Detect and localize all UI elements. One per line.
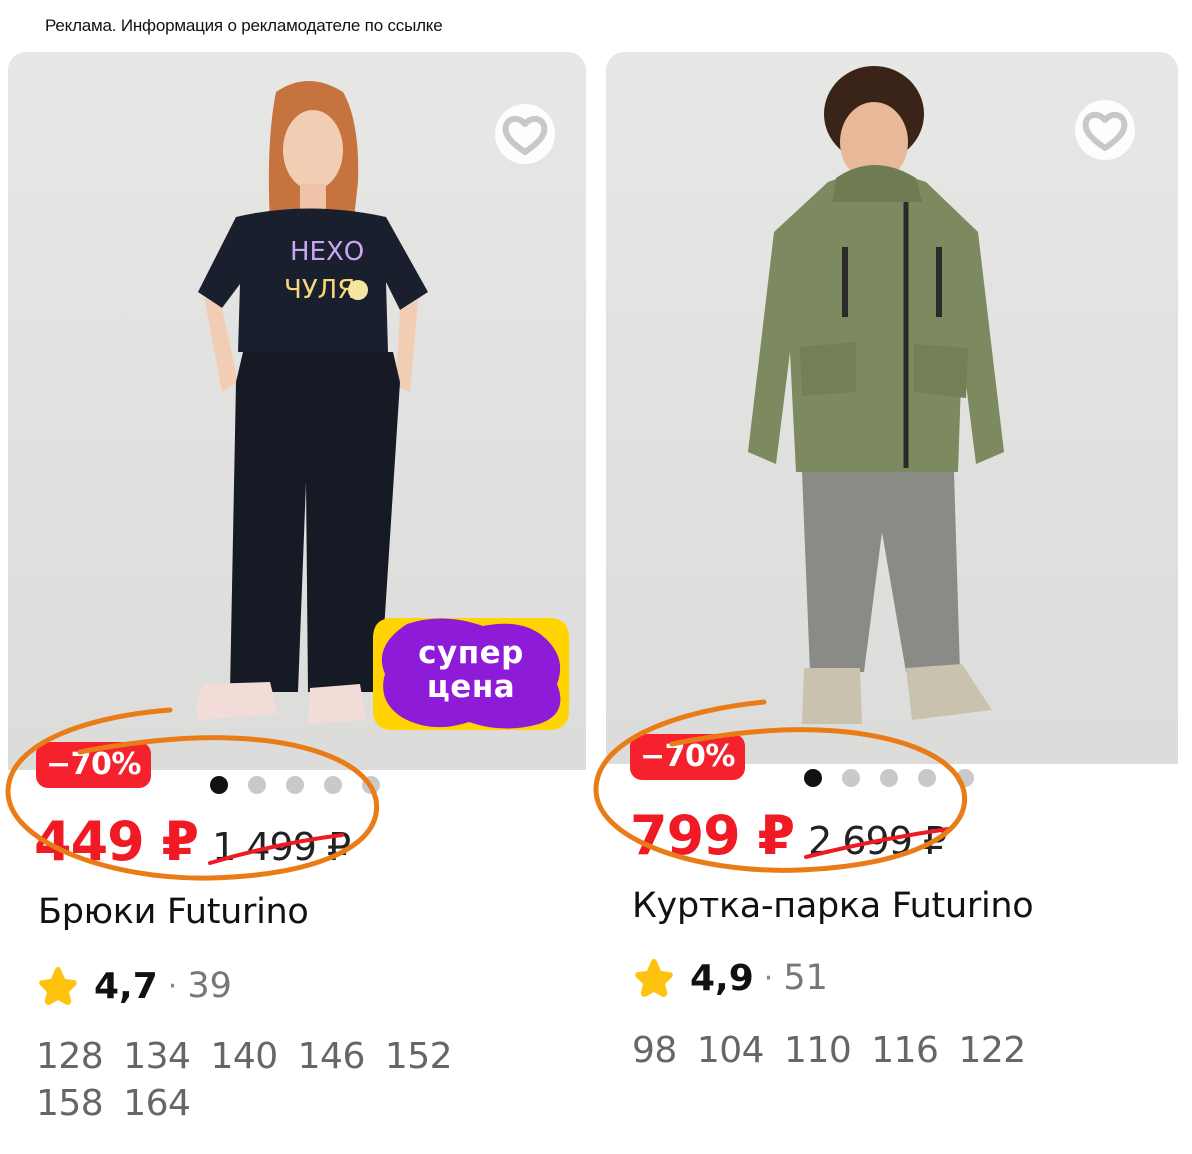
- carousel-dot[interactable]: [842, 769, 860, 787]
- rating-value: 4,7: [94, 965, 158, 1007]
- rating-row[interactable]: 4,9 · 51: [632, 956, 828, 1000]
- current-price: 799 ₽: [630, 804, 795, 867]
- size-option: 122: [958, 1030, 1026, 1071]
- carousel-dot[interactable]: [286, 776, 304, 794]
- product-title[interactable]: Брюки Futurino: [38, 892, 309, 932]
- carousel-dot[interactable]: [210, 776, 228, 794]
- favorite-heart-icon[interactable]: [1070, 100, 1140, 162]
- star-icon: [39, 967, 77, 1005]
- rating-separator: ·: [167, 968, 178, 1004]
- carousel-dot[interactable]: [324, 776, 342, 794]
- carousel-dot[interactable]: [804, 769, 822, 787]
- size-option: 98: [632, 1030, 677, 1071]
- size-list: 128 134 140 146 152 158 164: [36, 1036, 476, 1124]
- product-photo[interactable]: [606, 52, 1178, 764]
- carousel-dot[interactable]: [362, 776, 380, 794]
- carousel-dot[interactable]: [248, 776, 266, 794]
- ad-disclosure-link[interactable]: Реклама. Информация о рекламодателе по с…: [45, 16, 443, 36]
- carousel-dot[interactable]: [918, 769, 936, 787]
- star-icon: [635, 959, 673, 997]
- discount-badge: −70%: [630, 734, 745, 780]
- rating-value: 4,9: [690, 957, 754, 999]
- strikethrough-line: [804, 827, 951, 859]
- size-option: 152: [384, 1036, 453, 1077]
- size-option: 104: [696, 1030, 765, 1071]
- super-badge-line2: цена: [426, 669, 516, 705]
- size-option: 158: [36, 1083, 104, 1124]
- image-carousel-dots[interactable]: [804, 769, 974, 787]
- rating-row[interactable]: 4,7 · 39: [36, 964, 232, 1008]
- old-price: 1 499 ₽: [208, 825, 351, 869]
- carousel-dot[interactable]: [956, 769, 974, 787]
- size-option: 134: [123, 1036, 191, 1077]
- svg-text:ЧУЛЯ: ЧУЛЯ: [284, 275, 355, 305]
- price-row: 449 ₽ 1 499 ₽: [34, 810, 351, 873]
- current-price: 449 ₽: [34, 810, 199, 873]
- size-option: 128: [36, 1036, 104, 1077]
- product-card-parka[interactable]: −70% 799 ₽ 2 699 ₽ Куртка-парка Futurino…: [593, 52, 1178, 1071]
- super-badge-line1: супер: [418, 635, 524, 671]
- product-title[interactable]: Куртка-парка Futurino: [632, 886, 1034, 926]
- carousel-dot[interactable]: [880, 769, 898, 787]
- size-option: 140: [210, 1036, 278, 1077]
- super-price-badge: супер цена: [373, 618, 569, 730]
- size-option: 146: [297, 1036, 366, 1077]
- old-price: 2 699 ₽: [804, 819, 951, 863]
- strikethrough-line: [208, 833, 345, 865]
- reviews-count: 51: [783, 958, 828, 998]
- price-row: 799 ₽ 2 699 ₽: [630, 804, 951, 867]
- size-option: 164: [123, 1083, 191, 1124]
- size-list: 98 104 110 116 122: [632, 1030, 1072, 1071]
- size-option: 116: [871, 1030, 939, 1071]
- product-photo[interactable]: НЕХО ЧУЛЯ супер цена: [8, 52, 586, 770]
- image-carousel-dots[interactable]: [210, 776, 380, 794]
- product-card-trousers[interactable]: НЕХО ЧУЛЯ супер цена −70% 449 ₽ 1 499 ₽ …: [5, 52, 586, 1124]
- size-option: 110: [784, 1030, 852, 1071]
- rating-separator: ·: [763, 960, 774, 996]
- svg-text:НЕХО: НЕХО: [290, 237, 364, 267]
- discount-badge: −70%: [36, 742, 151, 788]
- reviews-count: 39: [187, 966, 232, 1006]
- favorite-heart-icon[interactable]: [490, 104, 560, 166]
